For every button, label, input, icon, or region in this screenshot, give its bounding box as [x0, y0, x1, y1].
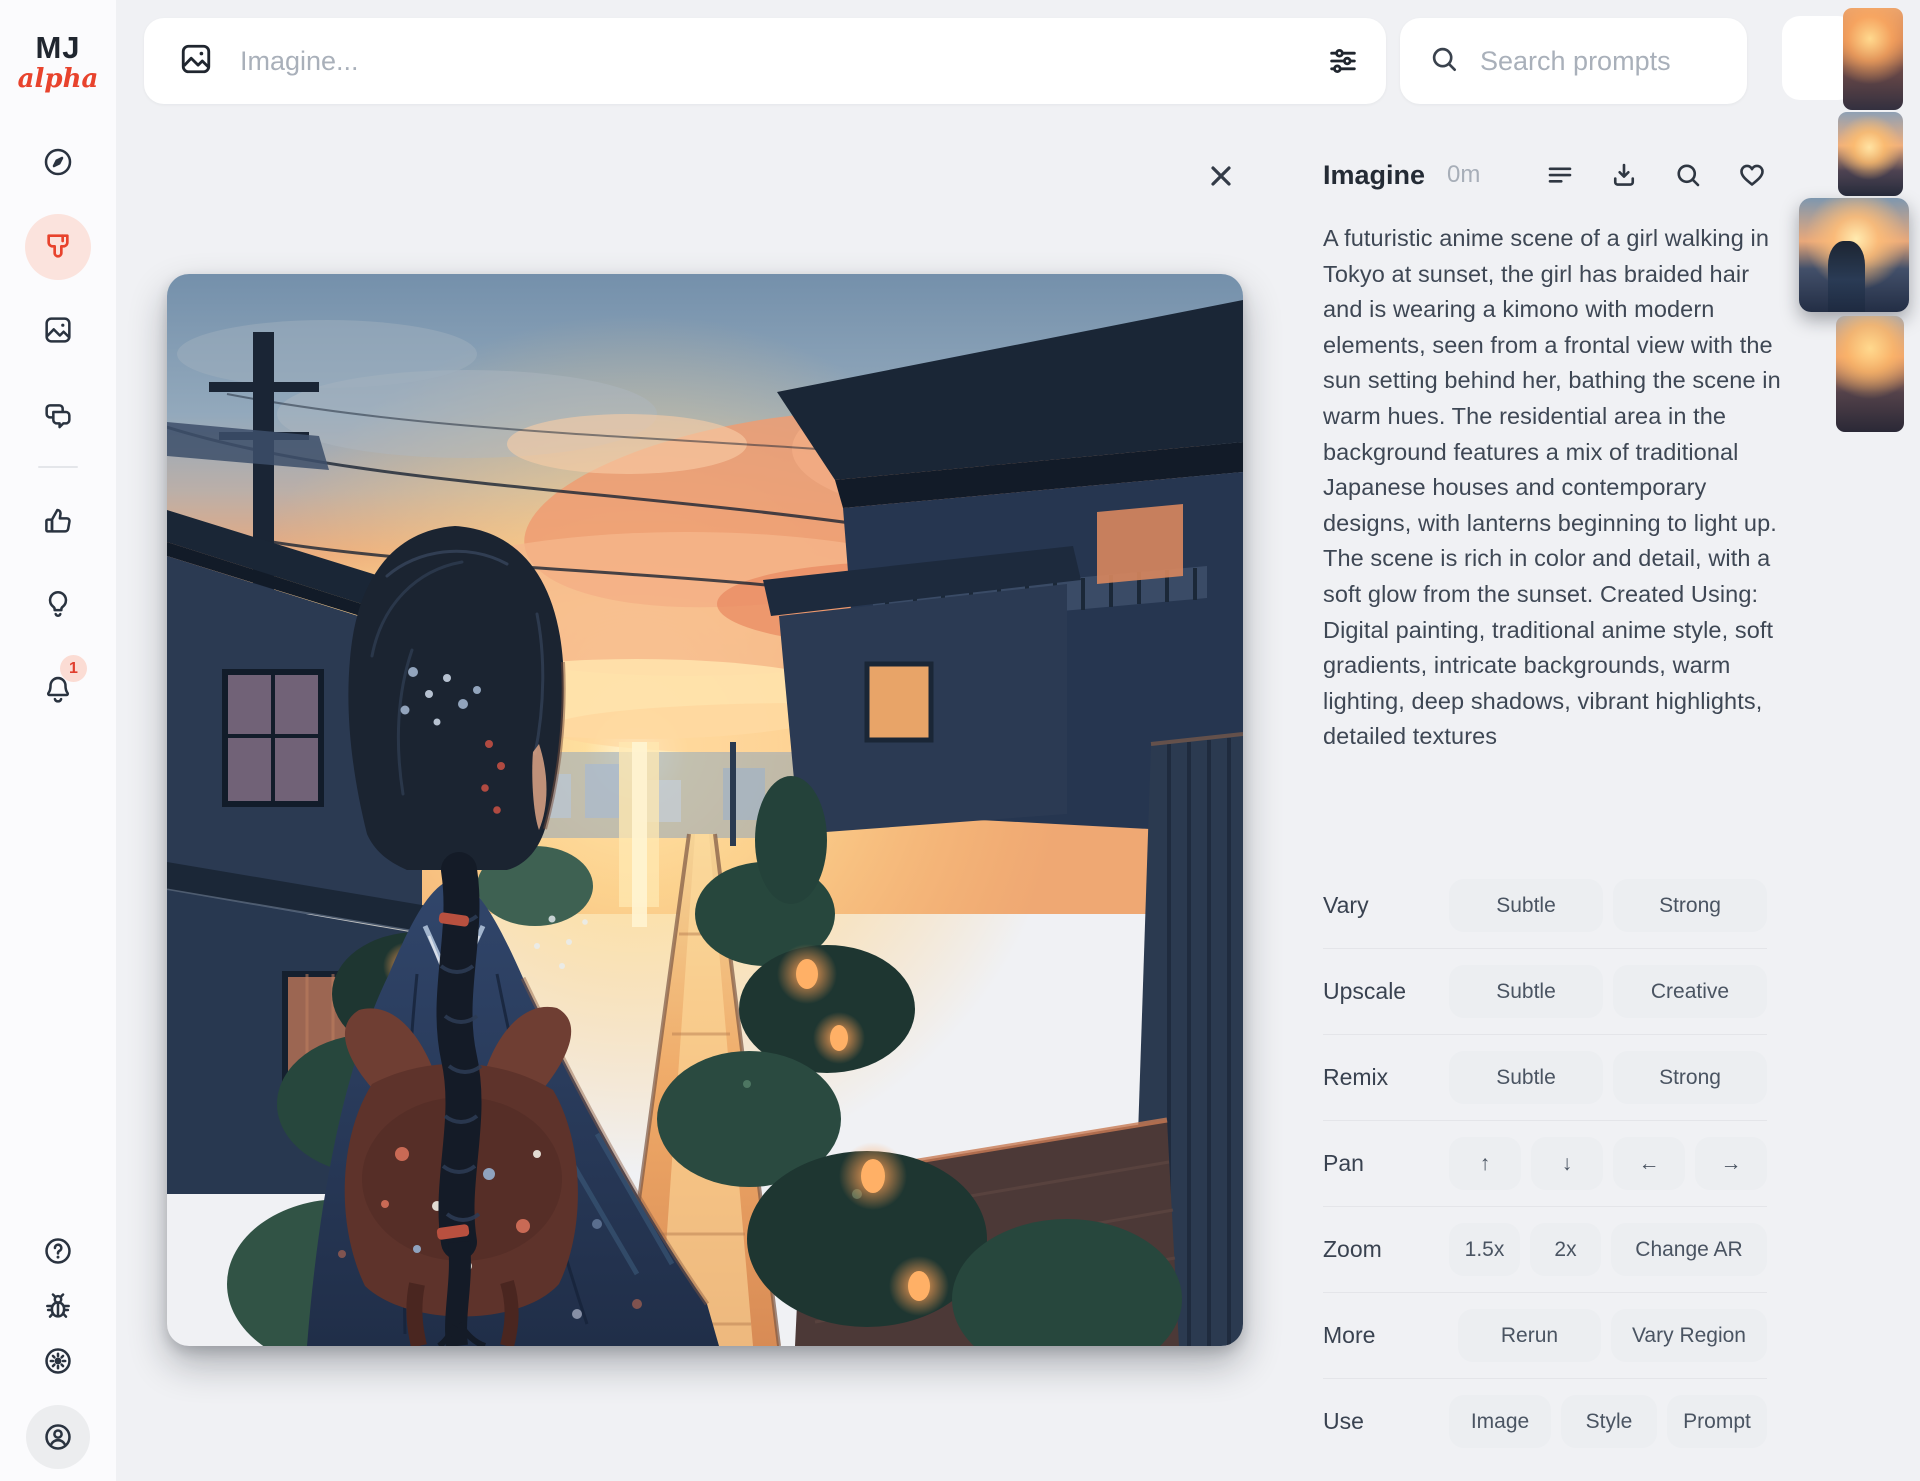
thumbnail-1[interactable]: [1843, 8, 1903, 110]
vary-row: Vary SubtleStrong: [1323, 863, 1767, 948]
use-style-button[interactable]: Style: [1561, 1395, 1657, 1448]
vary-strong-button[interactable]: Strong: [1613, 879, 1767, 932]
more-vary-region-button[interactable]: Vary Region: [1611, 1309, 1767, 1362]
thumbnail-3-selected[interactable]: [1799, 198, 1909, 312]
action-row-label: Remix: [1323, 1064, 1388, 1091]
sidebar: MJ alpha 1: [0, 0, 116, 1481]
remix-subtle-button[interactable]: Subtle: [1449, 1051, 1603, 1104]
compass-explore-icon: [42, 146, 74, 178]
job-title: Imagine: [1323, 160, 1425, 191]
filter-sliders-icon[interactable]: [1326, 44, 1360, 78]
search-job-icon[interactable]: [1673, 160, 1703, 190]
heart-icon[interactable]: [1737, 160, 1767, 190]
more-row: More RerunVary Region: [1323, 1292, 1767, 1378]
pan--button[interactable]: ←: [1613, 1137, 1685, 1190]
sidebar-item-chat[interactable]: [41, 399, 75, 433]
action-row-label: Upscale: [1323, 978, 1406, 1005]
sidebar-item-create[interactable]: [25, 214, 91, 280]
sunset-street-artwork: [167, 274, 1243, 1346]
sidebar-item-ideas[interactable]: [41, 587, 75, 621]
help-icon: [42, 1235, 74, 1267]
sidebar-divider: [38, 466, 78, 468]
zoom-change-ar-button[interactable]: Change AR: [1611, 1223, 1767, 1276]
zoom-row: Zoom 1.5x2xChange AR: [1323, 1206, 1767, 1292]
search-prompts-input[interactable]: [1478, 45, 1836, 78]
sidebar-item-explore[interactable]: [41, 145, 75, 179]
action-row-label: Use: [1323, 1408, 1364, 1435]
notification-badge: 1: [60, 655, 87, 682]
job-age: 0m: [1447, 161, 1480, 189]
sidebar-item-likes[interactable]: [41, 504, 75, 538]
sidebar-item-bug-report[interactable]: [41, 1289, 75, 1323]
zoom-1.5x-button[interactable]: 1.5x: [1449, 1223, 1520, 1276]
sidebar-item-account[interactable]: [41, 1420, 75, 1454]
upscale-row: Upscale SubtleCreative: [1323, 948, 1767, 1034]
chat-icon: [42, 400, 74, 432]
thumbnail-2[interactable]: [1838, 112, 1903, 196]
sort-lines-icon[interactable]: [1545, 160, 1575, 190]
use-image-button[interactable]: Image: [1449, 1395, 1551, 1448]
logo-mj-text: MJ: [0, 32, 116, 63]
use-row: Use ImageStylePrompt: [1323, 1378, 1767, 1464]
lightbox-close-button[interactable]: [1198, 153, 1244, 199]
imagine-prompt-bar: [144, 18, 1386, 104]
close-x-icon: [1205, 160, 1237, 192]
pan--button[interactable]: ↑: [1449, 1137, 1521, 1190]
image-attach-icon[interactable]: [178, 41, 214, 82]
sidebar-item-help[interactable]: [41, 1234, 75, 1268]
bug-report-icon: [42, 1290, 74, 1322]
pan--button[interactable]: ↓: [1531, 1137, 1603, 1190]
zoom-2x-button[interactable]: 2x: [1530, 1223, 1601, 1276]
action-row-label: Zoom: [1323, 1236, 1382, 1263]
download-icon[interactable]: [1609, 160, 1639, 190]
logo-alpha-text: alpha: [0, 65, 116, 94]
sidebar-item-appearance[interactable]: [41, 1344, 75, 1378]
sidebar-item-archive[interactable]: [41, 313, 75, 347]
user-avatar-icon: [42, 1421, 74, 1453]
action-row-label: More: [1323, 1322, 1375, 1349]
use-prompt-button[interactable]: Prompt: [1667, 1395, 1767, 1448]
job-header: Imagine 0m: [1323, 152, 1767, 198]
app-logo[interactable]: MJ alpha: [0, 32, 116, 94]
generated-image[interactable]: [167, 274, 1243, 1346]
action-row-label: Pan: [1323, 1150, 1364, 1177]
midjourney-app: MJ alpha 1: [0, 0, 1920, 1481]
pan-row: Pan ↑↓←→: [1323, 1120, 1767, 1206]
appearance-sun-icon: [42, 1345, 74, 1377]
pan--button[interactable]: →: [1695, 1137, 1767, 1190]
action-rows: VarySubtleStrongUpscaleSubtleCreativeRem…: [1323, 863, 1767, 1464]
search-icon: [1428, 43, 1460, 80]
prompt-text: A futuristic anime scene of a girl walki…: [1323, 221, 1783, 755]
thumbnail-4[interactable]: [1836, 316, 1904, 432]
action-row-label: Vary: [1323, 892, 1369, 919]
lightbulb-icon: [42, 588, 74, 620]
more-rerun-button[interactable]: Rerun: [1458, 1309, 1601, 1362]
imagine-input[interactable]: [238, 45, 1326, 78]
upscale-creative-button[interactable]: Creative: [1613, 965, 1767, 1018]
image-archive-icon: [42, 314, 74, 346]
remix-row: Remix SubtleStrong: [1323, 1034, 1767, 1120]
vary-subtle-button[interactable]: Subtle: [1449, 879, 1603, 932]
paintbrush-create-icon: [42, 231, 74, 263]
upscale-subtle-button[interactable]: Subtle: [1449, 965, 1603, 1018]
remix-strong-button[interactable]: Strong: [1613, 1051, 1767, 1104]
thumbs-up-icon: [42, 505, 74, 537]
search-prompts-bar: [1400, 18, 1747, 104]
